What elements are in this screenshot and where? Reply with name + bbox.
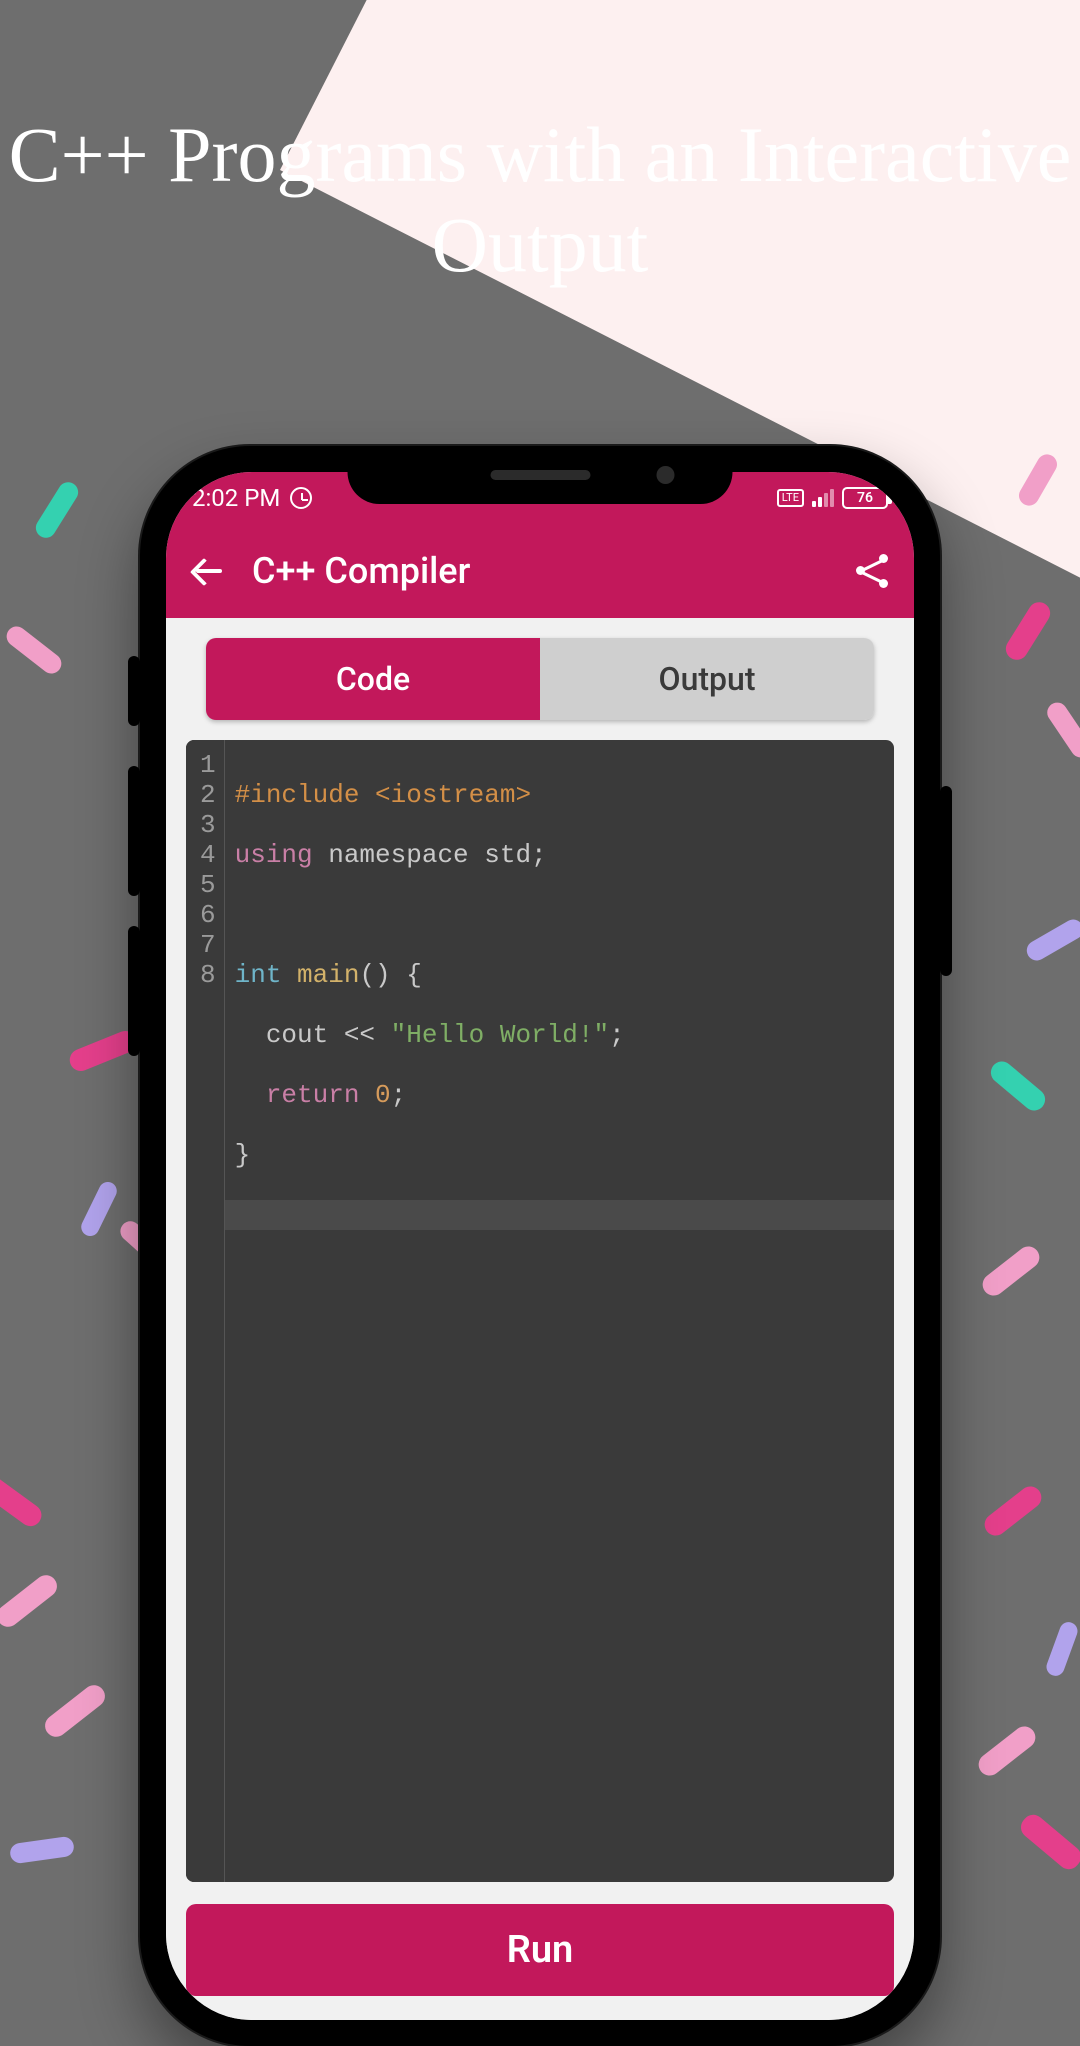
code-line <box>235 900 884 930</box>
phone-screen: 2:02 PM LTE 76 C++ Compiler Code Output <box>166 472 914 2020</box>
confetti-icon <box>1043 699 1080 762</box>
code-body[interactable]: #include <iostream> using namespace std;… <box>225 740 894 1882</box>
confetti-icon <box>32 478 82 541</box>
confetti-icon <box>974 1722 1040 1780</box>
confetti-icon <box>1002 598 1055 664</box>
battery-icon: 76 <box>842 487 888 509</box>
tab-bar: Code Output <box>206 638 874 720</box>
code-line: } <box>235 1140 884 1170</box>
phone-frame: 2:02 PM LTE 76 C++ Compiler Code Output <box>140 446 940 2046</box>
phone-notch <box>348 446 733 504</box>
code-line: using namespace std; <box>235 840 884 870</box>
marketing-headline: C++ Programs with an Interactive Output <box>0 110 1080 289</box>
confetti-icon <box>78 1179 120 1239</box>
phone-side-button <box>940 786 952 976</box>
confetti-icon <box>1044 1620 1080 1679</box>
confetti-icon <box>0 1472 46 1531</box>
back-arrow-icon[interactable] <box>190 554 224 588</box>
content-area: Code Output 1 2 3 4 5 6 7 8 #include <io… <box>166 618 914 2020</box>
confetti-icon <box>41 1681 110 1741</box>
line-number: 8 <box>200 960 216 990</box>
network-type-icon: LTE <box>777 489 804 507</box>
signal-icon <box>812 489 834 507</box>
line-number-gutter: 1 2 3 4 5 6 7 8 <box>186 740 225 1882</box>
status-time: 2:02 PM <box>192 484 280 512</box>
tab-code[interactable]: Code <box>206 638 540 720</box>
line-number: 4 <box>200 840 216 870</box>
line-number: 3 <box>200 810 216 840</box>
code-editor[interactable]: 1 2 3 4 5 6 7 8 #include <iostream> usin… <box>186 740 894 1882</box>
app-bar: C++ Compiler <box>166 524 914 618</box>
confetti-icon <box>9 1836 75 1865</box>
confetti-icon <box>980 1482 1046 1540</box>
phone-side-button <box>128 656 140 726</box>
alarm-icon <box>290 487 312 509</box>
confetti-icon <box>986 1057 1049 1115</box>
confetti-icon <box>0 1571 61 1631</box>
camera-icon <box>657 466 675 484</box>
line-number: 1 <box>200 750 216 780</box>
phone-side-button <box>128 766 140 896</box>
confetti-icon <box>1023 916 1080 964</box>
tab-output[interactable]: Output <box>540 638 874 720</box>
line-number: 6 <box>200 900 216 930</box>
line-number: 7 <box>200 930 216 960</box>
confetti-icon <box>978 1242 1044 1300</box>
run-button[interactable]: Run <box>186 1904 894 1996</box>
app-title: C++ Compiler <box>252 550 828 592</box>
confetti-icon <box>1015 451 1060 509</box>
share-icon[interactable] <box>856 554 890 588</box>
confetti-icon <box>1016 1810 1080 1873</box>
code-line: int main() { <box>235 960 884 990</box>
speaker-icon <box>490 470 590 480</box>
code-line: #include <iostream> <box>235 780 884 810</box>
confetti-icon <box>3 622 66 677</box>
line-number: 2 <box>200 780 216 810</box>
code-line: return 0; <box>235 1080 884 1110</box>
code-line: cout << "Hello World!"; <box>235 1020 884 1050</box>
code-line <box>225 1200 894 1230</box>
line-number: 5 <box>200 870 216 900</box>
phone-side-button <box>128 926 140 1056</box>
